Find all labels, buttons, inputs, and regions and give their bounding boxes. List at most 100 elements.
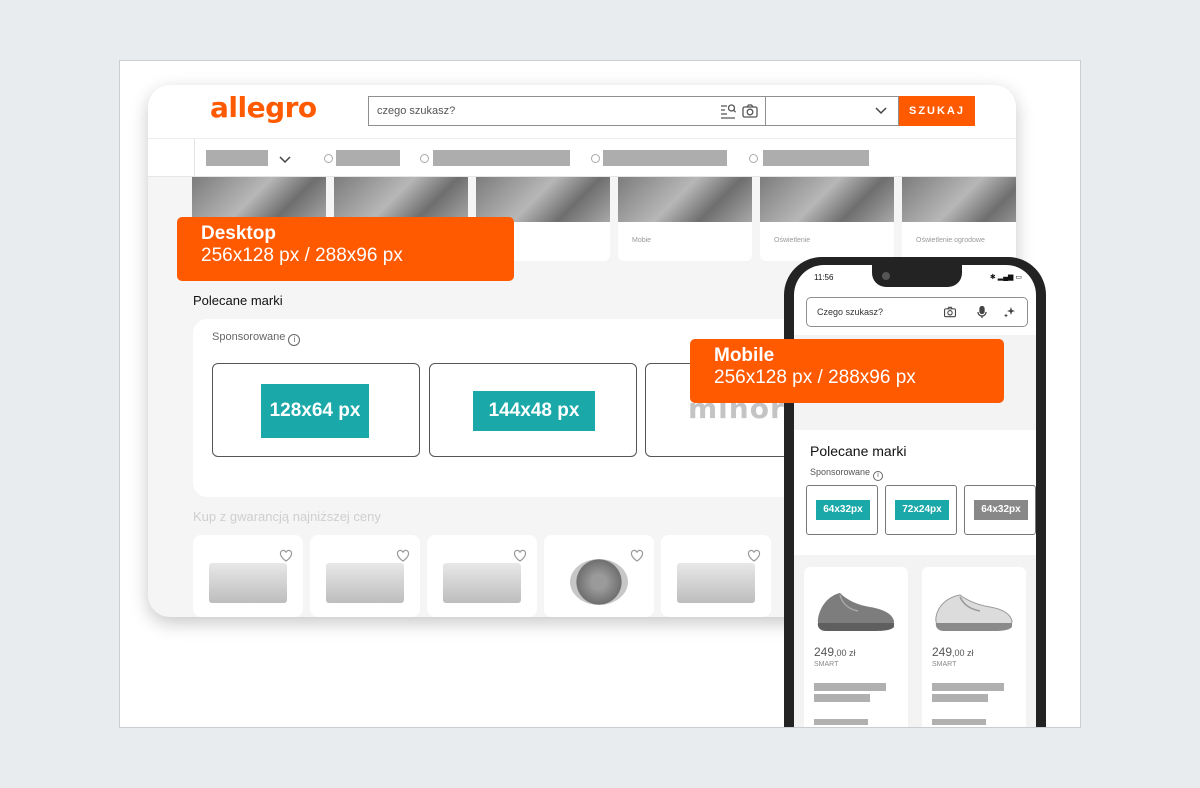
mobile-search-input[interactable]	[807, 298, 937, 326]
heart-icon[interactable]	[279, 549, 293, 563]
heart-icon[interactable]	[630, 549, 644, 563]
category-tile[interactable]: Oświetlenie	[760, 177, 894, 261]
price-decimals: ,00 zł	[952, 648, 974, 658]
nav-link-icon	[324, 154, 333, 163]
category-tile[interactable]: Mobie	[618, 177, 752, 261]
category-select[interactable]	[766, 96, 899, 126]
brand-slot[interactable]: 144x48 px	[429, 363, 637, 457]
heart-icon[interactable]	[396, 549, 410, 563]
slot-size-label: 72x24px	[895, 500, 949, 520]
guarantee-section-title: Kup z gwarancją najniższej ceny	[193, 509, 381, 524]
nav-divider	[194, 139, 195, 177]
callout-title: Desktop	[201, 223, 276, 244]
callout-title: Mobile	[714, 345, 775, 366]
chevron-down-icon	[279, 156, 291, 164]
mobile-size-callout: Mobile 256x128 px / 288x96 px	[690, 339, 1004, 403]
status-time: 11:56	[814, 273, 834, 282]
price-main: 249	[814, 645, 835, 659]
mobile-brand-slot[interactable]: 72x24px	[885, 485, 957, 535]
camera-icon[interactable]	[741, 102, 759, 120]
search-button[interactable]: SZUKAJ	[899, 96, 975, 126]
camera-icon[interactable]	[943, 305, 957, 319]
front-camera	[882, 272, 890, 280]
phone-screen: 11:56 ✱ ▂▄▆ ▭ Polecane marki Sponsorowan…	[794, 265, 1036, 727]
smart-badge: SMART	[932, 661, 957, 668]
callout-sizes: 256x128 px / 288x96 px	[201, 245, 403, 266]
product-card[interactable]	[427, 535, 537, 617]
smart-badge: SMART	[814, 661, 839, 668]
category-image	[902, 177, 1016, 222]
slot-size-label: 144x48 px	[473, 391, 595, 431]
desktop-search-input[interactable]	[369, 97, 709, 125]
category-label: Oświetlenie	[774, 237, 811, 244]
illustration-frame: allegro SZUKAJ	[119, 60, 1081, 728]
category-image	[192, 177, 326, 222]
category-tile[interactable]: Oświetlenie ogrodowe	[902, 177, 1016, 261]
category-image	[334, 177, 468, 222]
product-image	[326, 563, 404, 603]
product-image	[209, 563, 287, 603]
mobile-brand-slot[interactable]: 64x32px	[806, 485, 878, 535]
nav-link-icon	[591, 154, 600, 163]
desktop-header: allegro SZUKAJ	[148, 85, 1016, 139]
mobile-section-title: Polecane marki	[810, 443, 907, 459]
image-search-icon[interactable]	[719, 102, 737, 120]
phone-notch	[872, 265, 962, 287]
product-card[interactable]	[544, 535, 654, 617]
shoe-image	[935, 594, 1013, 631]
title-placeholder	[932, 694, 988, 702]
slot-size-label: 64x32px	[816, 500, 870, 520]
nav-link-icon	[420, 154, 429, 163]
heart-icon[interactable]	[513, 549, 527, 563]
mobile-sponsored-label: Sponsorowane i	[810, 467, 884, 481]
heart-icon[interactable]	[747, 549, 761, 563]
product-price: 249,00 zł	[814, 645, 856, 659]
category-image	[760, 177, 894, 222]
nav-link-placeholder[interactable]	[336, 150, 400, 166]
product-card[interactable]	[193, 535, 303, 617]
chevron-down-icon	[875, 107, 887, 115]
product-image	[570, 559, 628, 605]
brand-slot[interactable]: 128x64 px	[212, 363, 420, 457]
slot-size-label: 64x32px	[974, 500, 1028, 520]
mobile-brand-slot[interactable]: 64x32px	[964, 485, 1036, 535]
allegro-logo[interactable]: allegro	[210, 91, 317, 124]
shoe-image	[817, 593, 894, 631]
product-price: 249,00 zł	[932, 645, 974, 659]
info-icon[interactable]: i	[288, 334, 301, 346]
product-card[interactable]	[661, 535, 771, 617]
mobile-product-card[interactable]: 249,00 zł SMART	[804, 567, 908, 727]
nav-link-placeholder[interactable]	[603, 150, 727, 166]
mobile-search-box	[806, 297, 1028, 327]
nav-link-placeholder[interactable]	[433, 150, 570, 166]
title-placeholder	[814, 683, 886, 691]
title-placeholder	[932, 719, 986, 725]
nav-link-placeholder[interactable]	[763, 150, 869, 166]
product-image	[443, 563, 521, 603]
callout-sizes: 256x128 px / 288x96 px	[714, 367, 916, 388]
info-icon[interactable]: i	[873, 471, 884, 481]
desktop-search-box	[368, 96, 766, 126]
sponsored-text: Sponsorowane	[810, 467, 871, 477]
nav-dropdown-placeholder[interactable]	[206, 150, 268, 166]
mobile-products: 249,00 zł SMART 249,00 zł SMART	[794, 555, 1036, 727]
mobile-product-card[interactable]: 249,00 zł SMART	[922, 567, 1026, 727]
category-image	[476, 177, 610, 222]
price-main: 249	[932, 645, 953, 659]
nav-link-icon	[749, 154, 758, 163]
product-card[interactable]	[310, 535, 420, 617]
category-label: Mobie	[632, 237, 652, 244]
desktop-size-callout: Desktop 256x128 px / 288x96 px	[177, 217, 514, 281]
price-decimals: ,00 zł	[834, 648, 856, 658]
sparkle-icon[interactable]	[1003, 305, 1017, 319]
slot-size-label: 128x64 px	[261, 384, 369, 438]
category-image	[618, 177, 752, 222]
sponsored-label: Sponsorowane i	[212, 331, 301, 346]
title-placeholder	[932, 683, 1004, 691]
title-placeholder	[814, 694, 870, 702]
microphone-icon[interactable]	[975, 305, 989, 319]
sponsored-text: Sponsorowane	[212, 331, 286, 343]
title-placeholder	[814, 719, 868, 725]
product-image	[677, 563, 755, 603]
mobile-phone-mockup: 11:56 ✱ ▂▄▆ ▭ Polecane marki Sponsorowan…	[784, 257, 1046, 727]
